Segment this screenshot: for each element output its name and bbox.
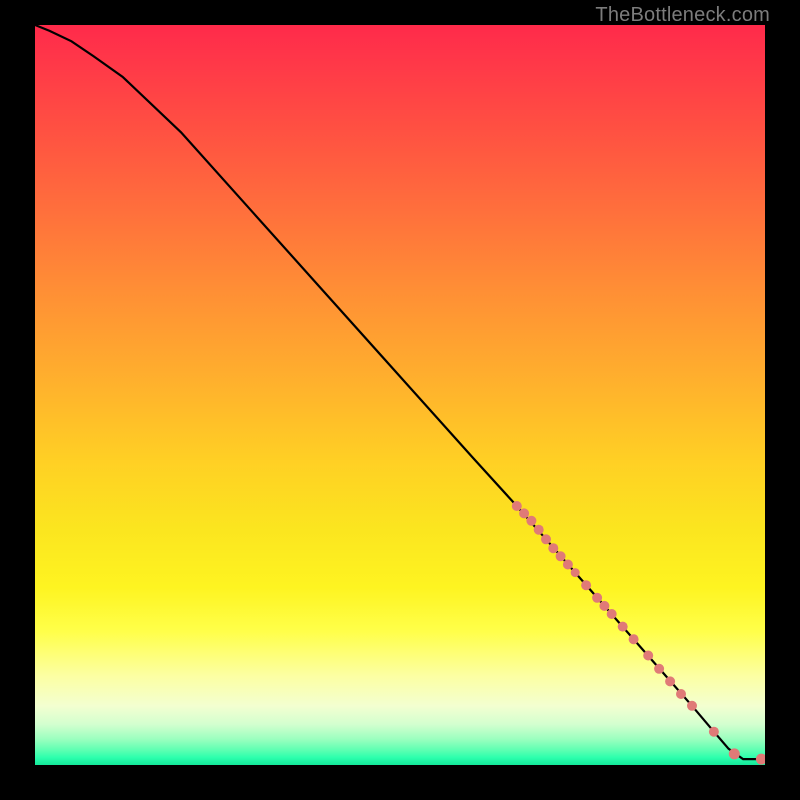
data-marker [709, 727, 719, 737]
data-marker [607, 609, 617, 619]
plot-area [35, 25, 765, 765]
data-marker [534, 525, 544, 535]
data-marker [571, 568, 580, 577]
data-marker [581, 580, 591, 590]
chart-svg [35, 25, 765, 765]
data-marker [519, 508, 529, 518]
data-marker [548, 543, 558, 553]
bottleneck-curve [35, 25, 765, 759]
data-marker [629, 634, 639, 644]
watermark-text: TheBottleneck.com [595, 4, 770, 27]
marker-layer [512, 501, 765, 765]
data-marker [654, 664, 664, 674]
data-marker [592, 593, 602, 603]
data-marker [512, 501, 522, 511]
data-marker [676, 689, 686, 699]
data-marker [618, 622, 628, 632]
data-marker [643, 651, 653, 661]
data-marker [756, 754, 765, 765]
data-marker [665, 676, 675, 686]
data-marker [729, 748, 740, 759]
data-marker [556, 551, 566, 561]
data-marker [563, 560, 573, 570]
data-marker [687, 701, 697, 711]
data-marker [526, 516, 536, 526]
chart-stage: TheBottleneck.com [0, 0, 800, 800]
data-marker [541, 534, 551, 544]
data-marker [599, 601, 609, 611]
